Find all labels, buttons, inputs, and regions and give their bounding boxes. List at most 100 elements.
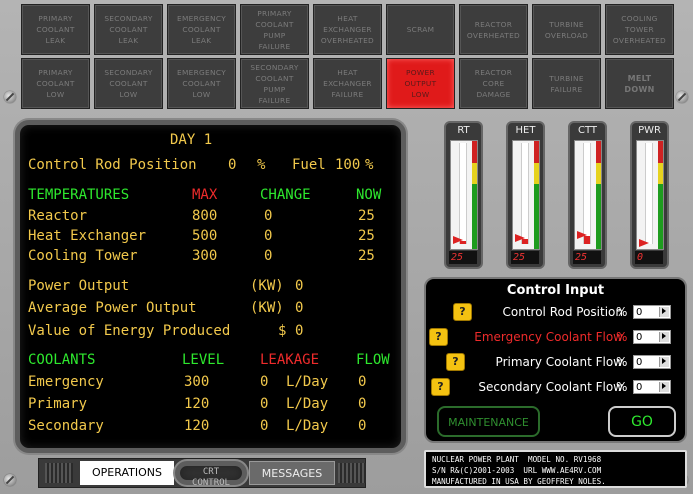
nameplate: NUCLEAR POWER PLANT MODEL NO. RV1968 S/N … xyxy=(424,450,687,488)
gauge-scale xyxy=(658,141,663,249)
coolant-name: Emergency xyxy=(28,374,104,390)
gauge-reading: 25 xyxy=(511,251,539,264)
fuel-label: Fuel xyxy=(292,157,326,173)
gauge-scale-green xyxy=(596,184,601,249)
power-output-value: 0 xyxy=(295,278,304,294)
alarm-tile: COOLING TOWER OVERHEATED xyxy=(605,4,674,55)
tab-operations[interactable]: OPERATIONS xyxy=(80,461,174,485)
screw-icon xyxy=(4,474,16,486)
nameplate-line: MANUFACTURED IN USA BY GEOFFREY NOLES. xyxy=(432,477,606,486)
coolant-leakage: 0 xyxy=(260,374,269,390)
control-input-panel: Control Input ? Control Rod Position% 0? Em… xyxy=(424,277,687,443)
gauge-scale xyxy=(472,141,477,249)
spinner-arrow-icon[interactable] xyxy=(662,308,666,314)
tab-messages[interactable]: MESSAGES xyxy=(249,461,335,485)
gauge-thermometer xyxy=(636,140,664,250)
temp-name: Heat Exchanger xyxy=(28,228,147,244)
coolant-level: 300 xyxy=(184,374,210,390)
alarm-tile: SECONDARY COOLANT LOW xyxy=(94,58,163,109)
spinner-arrow-icon[interactable] xyxy=(662,333,666,339)
temp-change: 0 xyxy=(264,248,273,264)
spinner-arrow-icon[interactable] xyxy=(662,358,666,364)
gauge-scale-red xyxy=(658,141,663,163)
gauge-scale-yellow xyxy=(534,162,539,185)
gauge-pwr: PWR 0 xyxy=(630,121,669,269)
maintenance-button[interactable]: MAINTENANCE xyxy=(437,406,540,437)
tab-crt-control-line1: CRT xyxy=(202,467,220,477)
help-button[interactable]: ? xyxy=(446,353,465,371)
gauge-label: HET xyxy=(515,125,536,136)
nameplate-line: S/N R&(C)2001-2003 URL WWW.AE4RV.COM xyxy=(432,466,602,475)
go-button[interactable]: GO xyxy=(608,406,676,437)
gauge-scale-yellow xyxy=(472,162,477,185)
control-input-unit: % xyxy=(616,305,628,319)
alarm-tile: SCRAM xyxy=(386,4,455,55)
gauge-tube xyxy=(459,143,467,244)
spinner-arrow-icon[interactable] xyxy=(662,383,666,389)
alarm-tile: PRIMARY COOLANT PUMP FAILURE xyxy=(240,4,309,55)
help-button[interactable]: ? xyxy=(453,303,472,321)
control-rod-label: Control Rod Position xyxy=(28,157,197,173)
temp-now: 25 xyxy=(358,228,375,244)
gauge-thermometer xyxy=(450,140,478,250)
now-header: NOW xyxy=(356,187,382,203)
fuel-unit: % xyxy=(365,157,374,173)
coolant-level: 120 xyxy=(184,396,210,412)
coolant-leakage-unit: L/Day xyxy=(286,418,329,434)
flow-header: FLOW xyxy=(356,352,390,368)
gauge-thermometer xyxy=(512,140,540,250)
coolants-header: COOLANTS xyxy=(28,352,96,368)
tab-crt-control[interactable]: CRT CONTROL xyxy=(175,461,247,488)
gauge-scale-yellow xyxy=(658,162,663,185)
temp-now: 25 xyxy=(358,248,375,264)
gauge-reading: 25 xyxy=(573,251,601,264)
coolant-leakage-unit: L/Day xyxy=(286,374,329,390)
temp-change: 0 xyxy=(264,228,273,244)
coolant-leakage: 0 xyxy=(260,396,269,412)
gauge-scale-green xyxy=(472,184,477,249)
gauge-tube xyxy=(521,143,529,244)
control-input-label: Control Rod Position xyxy=(502,305,624,319)
help-button[interactable]: ? xyxy=(431,378,450,396)
gauge-tube xyxy=(583,143,591,244)
help-button[interactable]: ? xyxy=(429,328,448,346)
gauge-scale xyxy=(596,141,601,249)
alarm-tile: PRIMARY COOLANT LEAK xyxy=(21,4,90,55)
energy-value-unit: $ xyxy=(278,323,287,339)
alarm-tile: SECONDARY COOLANT LEAK xyxy=(94,4,163,55)
temp-now: 25 xyxy=(358,208,375,224)
control-input-unit: % xyxy=(616,355,628,369)
gauge-label: PWR xyxy=(638,125,661,136)
gauge-thermometer xyxy=(574,140,602,250)
alarm-tile: EMERGENCY COOLANT LOW xyxy=(167,58,236,109)
coolant-name: Primary xyxy=(28,396,88,412)
temp-change: 0 xyxy=(264,208,273,224)
gauge-scale-yellow xyxy=(596,162,601,185)
alarm-tile: HEAT EXCHANGER FAILURE xyxy=(313,58,382,109)
control-rod-unit: % xyxy=(257,157,266,173)
alarm-tile: POWER OUTPUT LOW xyxy=(386,58,455,109)
gauge-tube xyxy=(645,143,653,244)
alarm-tile: REACTOR CORE DAMAGE xyxy=(459,58,528,109)
control-input-label: Primary Coolant Flow xyxy=(495,355,623,369)
coolant-name: Secondary xyxy=(28,418,104,434)
gauge-scale-green xyxy=(658,184,663,249)
view-tab-bar: OPERATIONS CRT CONTROL MESSAGES xyxy=(38,458,366,488)
alarm-tile: SECONDARY COOLANT PUMP FAILURE xyxy=(240,58,309,109)
gauge-label: CTT xyxy=(577,125,598,136)
day-counter: DAY 1 xyxy=(170,132,213,148)
temp-max: 800 xyxy=(192,208,218,224)
gauge-reading: 0 xyxy=(635,251,663,264)
gauge-pointer-icon xyxy=(453,236,463,245)
alarm-tile: EMERGENCY COOLANT LEAK xyxy=(167,4,236,55)
alarm-tile: TURBINE OVERLOAD xyxy=(532,4,601,55)
avg-power-unit: (KW) xyxy=(250,300,284,316)
control-input-label: Emergency Coolant Flow xyxy=(474,330,623,344)
tab-crt-control-line2: CONTROL xyxy=(192,478,230,488)
change-header: CHANGE xyxy=(260,187,311,203)
fuel-value: 100 xyxy=(335,157,361,173)
energy-value-value: 0 xyxy=(295,323,304,339)
control-input-label: Secondary Coolant Flow xyxy=(478,380,623,394)
coolant-leakage: 0 xyxy=(260,418,269,434)
control-input-unit: % xyxy=(616,330,628,344)
